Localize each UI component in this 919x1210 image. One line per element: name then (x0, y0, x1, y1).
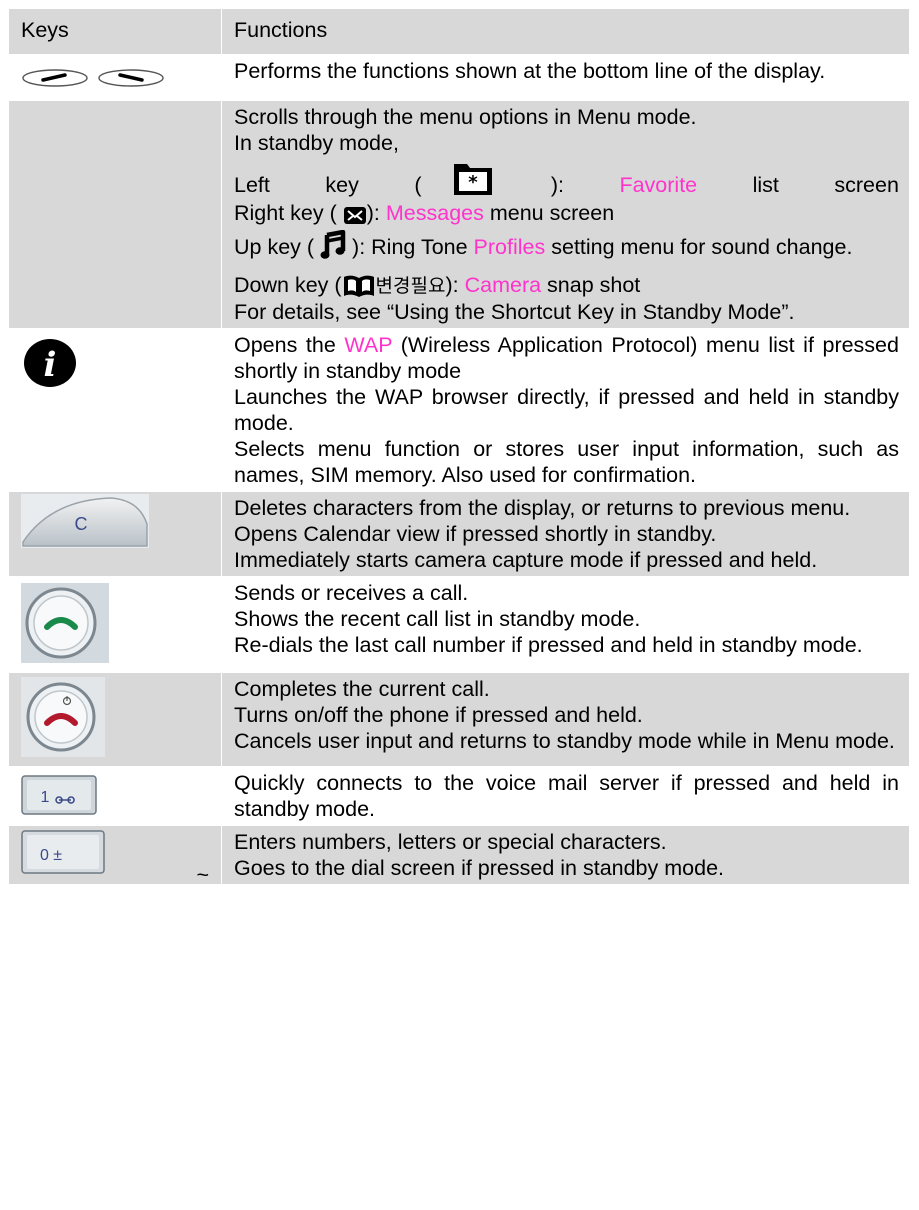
book-icon (343, 275, 374, 297)
function-cell: Sends or receives a call. Shows the rece… (221, 576, 910, 673)
function-cell: Completes the current call. Turns on/off… (221, 672, 910, 767)
function-line: Re-dials the last call number if pressed… (234, 633, 863, 657)
down-key-line: Down key ( 변경필요): Camera snap shot (234, 273, 641, 297)
table-row: 0 ± ~ Enters numbers, letters or special… (8, 825, 910, 887)
key-cell: 0 ± ~ (8, 825, 222, 887)
svg-text:C: C (75, 514, 88, 534)
function-cell: Performs the functions shown at the bott… (221, 54, 910, 101)
svg-text:0 ±: 0 ± (40, 847, 62, 864)
function-cell: Scrolls through the menu options in Menu… (221, 100, 910, 329)
keys-functions-table: Keys Functions Performs the functions sh… (8, 8, 910, 887)
function-line: Quickly connects to the voice mail serve… (234, 771, 899, 821)
table-row: Completes the current call. Turns on/off… (8, 672, 910, 767)
functions-header: Functions (221, 8, 910, 55)
key-cell (8, 672, 222, 767)
right-key-line: Right key ( ): Messages menu screen (234, 201, 615, 225)
clear-key-icon: C (21, 494, 149, 548)
table-row: Performs the functions shown at the bott… (8, 54, 910, 101)
function-line: Shows the recent call list in standby mo… (234, 607, 641, 631)
svg-text:*: * (469, 172, 479, 193)
function-line: Cancels user input and returns to standb… (234, 729, 895, 753)
function-line: Enters numbers, letters or special chara… (234, 830, 667, 854)
key-cell: 1 (8, 766, 222, 826)
key-cell (8, 576, 222, 673)
table-row: i Opens the WAP (Wireless Application Pr… (8, 328, 910, 492)
function-line: Scrolls through the menu options in Menu… (234, 105, 697, 129)
function-line: Deletes characters from the display, or … (234, 496, 851, 520)
keys-header: Keys (8, 8, 222, 55)
function-line: Immediately starts camera capture mode i… (234, 548, 818, 572)
envelope-icon (343, 207, 366, 224)
key-cell: C (8, 491, 222, 577)
function-line: Sends or receives a call. (234, 581, 469, 605)
function-line: In standby mode, (234, 131, 399, 155)
svg-text:1: 1 (41, 789, 50, 806)
key-cell (8, 100, 222, 329)
function-line: Launches the WAP browser directly, if pr… (234, 385, 899, 435)
key-cell: i (8, 328, 222, 492)
table-row: C Deletes characters from the display, o… (8, 491, 910, 577)
favorite-folder-icon: * (454, 164, 493, 195)
left-key-line: Left key ( * ): Favorite list screen (234, 158, 899, 198)
send-key-icon (21, 583, 109, 663)
function-line: For details, see “Using the Shortcut Key… (234, 300, 795, 324)
table-row: Sends or receives a call. Shows the rece… (8, 576, 910, 673)
svg-text:i: i (44, 345, 57, 385)
soft-keys-icon (22, 69, 164, 87)
function-cell: Deletes characters from the display, or … (221, 491, 910, 577)
one-key-icon: 1 (21, 775, 97, 815)
function-line: Performs the functions shown at the bott… (234, 59, 826, 83)
music-note-icon (320, 230, 346, 259)
function-line: Completes the current call. (234, 677, 490, 701)
function-cell: Opens the WAP (Wireless Application Prot… (221, 328, 910, 492)
tilde-mark: ~ (196, 863, 209, 887)
table-row: Scrolls through the menu options in Menu… (8, 100, 910, 329)
function-line: Goes to the dial screen if pressed in st… (234, 856, 724, 880)
function-cell: Enters numbers, letters or special chara… (221, 825, 910, 885)
up-key-line: Up key ( ): Ring Tone Profiles setting m… (234, 230, 899, 260)
function-cell: Quickly connects to the voice mail serve… (221, 766, 910, 826)
function-line: Turns on/off the phone if pressed and he… (234, 703, 643, 727)
function-line: Selects menu function or stores user inp… (234, 437, 899, 487)
function-line: Opens the WAP (Wireless Application Prot… (234, 333, 899, 383)
table-row: 1 Quickly connects to the voice mail ser… (8, 766, 910, 826)
function-line: Opens Calendar view if pressed shortly i… (234, 522, 717, 546)
table-header-row: Keys Functions (8, 8, 910, 55)
key-cell (8, 54, 222, 101)
info-key-icon: i (24, 339, 76, 387)
zero-key-icon: 0 ± (21, 830, 105, 874)
end-key-icon (21, 677, 105, 757)
